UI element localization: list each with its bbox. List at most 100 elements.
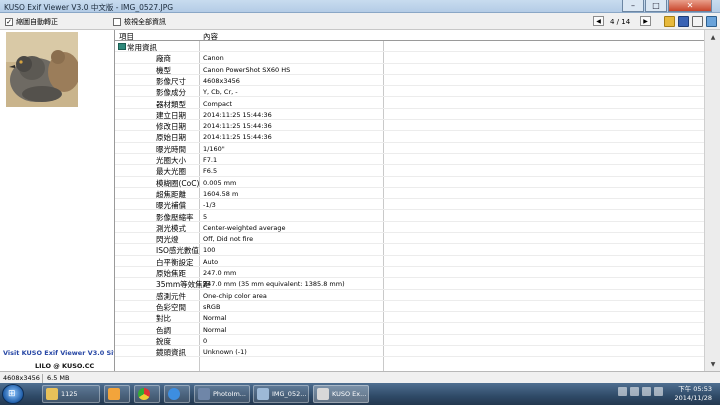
table-row[interactable]: 超焦距離 1604.58 m xyxy=(115,188,704,200)
kuso-icon xyxy=(317,388,329,400)
taskbar-chrome[interactable] xyxy=(134,385,160,403)
table-row[interactable]: 曝光補償 -1/3 xyxy=(115,199,704,211)
row-value: 0 xyxy=(203,336,208,345)
next-image-button[interactable]: ▶ xyxy=(640,16,651,26)
row-value: 247.0 mm xyxy=(203,269,237,277)
table-row[interactable]: 原始日期 2014:11:25 15:44:36 xyxy=(115,131,704,143)
taskbar: ⊞ 1125 PhotoIm... IMG_052... KUSO Ex... … xyxy=(0,383,720,405)
exif-table: 項目 內容 常用資訊 廠商 Canon 機型 Canon PowerShot SX60… xyxy=(114,30,704,371)
table-row[interactable]: 修改日期 2014:11:25 15:44:36 xyxy=(115,120,704,132)
thumbnail-image xyxy=(6,32,78,107)
maximize-button[interactable]: □ xyxy=(645,0,667,12)
image-icon xyxy=(257,388,269,400)
taskbar-folder[interactable]: 1125 xyxy=(42,385,100,403)
pigeon-photo xyxy=(6,32,78,107)
row-value: 100 xyxy=(203,246,216,255)
showall-checkbox[interactable]: 檢視全部資訊 xyxy=(113,17,166,26)
taskbar-kuso-exif[interactable]: KUSO Ex... xyxy=(313,385,369,403)
table-row[interactable]: 模糊圈(CoC) 0.005 mm xyxy=(115,177,704,188)
taskbar-photoimpact[interactable]: PhotoIm... xyxy=(194,385,250,403)
table-row[interactable]: 廠商 Canon xyxy=(115,52,704,64)
taskbar-kuso-label: KUSO Ex... xyxy=(332,390,367,398)
table-row[interactable]: 對比 Normal xyxy=(115,312,704,324)
table-row[interactable]: 白平衡設定 Auto xyxy=(115,256,704,267)
table-row[interactable]: 鏡頭資訊 Unknown (-1) xyxy=(115,346,704,358)
left-panel: Visit KUSO Exif Viewer V3.0 Site LILO @ … xyxy=(0,30,121,371)
clock-date: 2014/11/28 xyxy=(674,394,712,402)
row-value: 2014:11:25 15:44:36 xyxy=(203,110,272,119)
minimize-button[interactable]: – xyxy=(622,0,644,12)
clock[interactable]: 下午 05:53 2014/11/28 xyxy=(672,385,712,403)
media-player-icon xyxy=(108,388,120,400)
table-row[interactable]: 影像尺寸 4608x3456 xyxy=(115,75,704,87)
table-row[interactable]: 色彩空間 sRGB xyxy=(115,301,704,313)
internet-explorer-icon xyxy=(168,388,180,400)
save-icon[interactable] xyxy=(678,16,689,27)
scroll-down-arrow-icon[interactable]: ▼ xyxy=(707,358,719,370)
table-row[interactable]: 機型 Canon PowerShot SX60 HS xyxy=(115,64,704,75)
tray-icon[interactable] xyxy=(630,387,639,396)
row-value: F7.1 xyxy=(203,156,218,164)
row-value: Unknown (-1) xyxy=(203,348,247,357)
taskbar-media-player[interactable] xyxy=(104,385,130,403)
folder-icon xyxy=(46,388,58,400)
row-value: F6.5 xyxy=(203,167,218,176)
vertical-scrollbar[interactable]: ▲ ▼ xyxy=(704,30,720,371)
status-bar: 4608x3456 6.5 MB xyxy=(0,371,720,383)
table-row[interactable]: 最大光圈 F6.5 xyxy=(115,165,704,177)
table-row[interactable]: 器材類型 Compact xyxy=(115,98,704,109)
tray-icon[interactable] xyxy=(654,387,663,396)
row-value: 5 xyxy=(203,212,208,221)
page-count: 4 / 14 xyxy=(610,18,631,26)
table-row[interactable]: 閃光燈 Off, Did not fire xyxy=(115,233,704,245)
toolbar: ✓ 縮圖自動轉正 檢視全部資訊 ◀ 4 / 14 ▶ xyxy=(0,13,720,30)
taskbar-image-viewer[interactable]: IMG_052... xyxy=(253,385,309,403)
table-row[interactable]: 測光模式 Center-weighted average xyxy=(115,222,704,234)
table-row[interactable]: 影像壓縮率 5 xyxy=(115,211,704,222)
table-row[interactable]: 35mm等效焦距 247.0 mm (35 mm equivalent: 1385… xyxy=(115,278,704,290)
table-row[interactable]: 色調 Normal xyxy=(115,324,704,335)
row-value: Canon xyxy=(203,54,224,63)
checkbox-box[interactable] xyxy=(113,17,121,26)
row-key: 鏡頭資訊 xyxy=(156,348,186,358)
row-value: Off, Did not fire xyxy=(203,235,254,244)
table-row[interactable]: ISO感光數值 100 xyxy=(115,244,704,256)
taskbar-folder-label: 1125 xyxy=(61,390,78,398)
tray-icon[interactable] xyxy=(642,387,651,396)
row-value: Normal xyxy=(203,314,227,323)
showall-label: 檢視全部資訊 xyxy=(124,17,166,26)
table-row[interactable]: 曝光時間 1/160" xyxy=(115,143,704,154)
row-value: sRGB xyxy=(203,302,221,311)
table-row[interactable]: 原始焦距 247.0 mm xyxy=(115,267,704,279)
table-header: 項目 內容 xyxy=(115,30,704,41)
table-row[interactable]: 銳度 0 xyxy=(115,335,704,347)
previous-image-button[interactable]: ◀ xyxy=(593,16,604,26)
row-value: Y, Cb, Cr, - xyxy=(203,88,238,97)
autorotate-label: 縮圖自動轉正 xyxy=(16,17,58,26)
group-row[interactable]: 常用資訊 xyxy=(115,41,704,53)
table-row[interactable]: 感測元件 One-chip color area xyxy=(115,290,704,301)
close-button[interactable]: ✕ xyxy=(668,0,712,12)
table-row[interactable]: 建立日期 2014:11:25 15:44:36 xyxy=(115,109,704,121)
taskbar-internet-explorer[interactable] xyxy=(164,385,190,403)
table-row[interactable]: 影像成分 Y, Cb, Cr, - xyxy=(115,86,704,98)
tray-icon[interactable] xyxy=(618,387,627,396)
system-tray xyxy=(618,387,663,396)
clock-time: 下午 05:53 xyxy=(678,385,712,393)
table-row[interactable]: 光圈大小 F7.1 xyxy=(115,154,704,166)
author-credit: LILO @ KUSO.CC xyxy=(35,362,95,370)
row-value: Canon PowerShot SX60 HS xyxy=(203,65,291,74)
export-icon[interactable] xyxy=(692,16,703,27)
status-filesize: 6.5 MB xyxy=(47,374,70,382)
start-button[interactable]: ⊞ xyxy=(2,384,24,404)
row-value: Auto xyxy=(203,257,219,266)
checkbox-box[interactable]: ✓ xyxy=(5,17,13,26)
row-value: 1/160" xyxy=(203,144,225,153)
autorotate-checkbox[interactable]: ✓ 縮圖自動轉正 xyxy=(5,17,58,26)
site-link[interactable]: Visit KUSO Exif Viewer V3.0 Site xyxy=(3,349,121,357)
scroll-up-arrow-icon[interactable]: ▲ xyxy=(707,31,719,43)
taskbar-img-label: IMG_052... xyxy=(272,390,307,398)
row-value: 4608x3456 xyxy=(203,76,240,85)
open-folder-icon[interactable] xyxy=(664,16,675,27)
info-icon[interactable] xyxy=(706,16,717,27)
